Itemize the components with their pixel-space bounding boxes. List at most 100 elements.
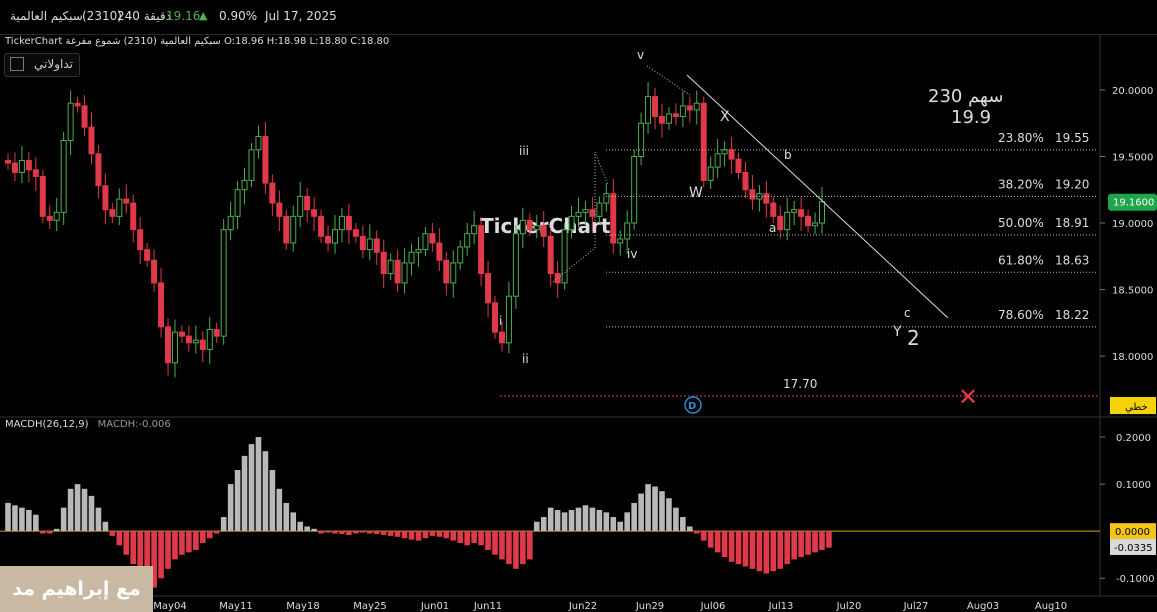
candle-body (652, 96, 659, 118)
candle-body (25, 159, 32, 171)
macd-bar (506, 531, 512, 565)
candle-body (248, 149, 255, 181)
candle-body (144, 249, 151, 261)
candle-body (610, 193, 617, 244)
macd-bar (186, 531, 192, 553)
y-tick-label: 18.5000 (1112, 286, 1153, 297)
macd-bar (687, 526, 693, 532)
candle-body (686, 105, 693, 111)
x-tick-label: May11 (219, 601, 252, 612)
macd-bar (492, 531, 498, 555)
macd-bar (624, 512, 630, 532)
macd-bar (693, 531, 700, 534)
macd-bar (812, 531, 818, 553)
support-tag: خطي (1125, 402, 1148, 413)
candle-body (665, 113, 672, 124)
macd-bar (547, 507, 554, 532)
candle-body (325, 235, 332, 244)
candle-body (492, 302, 499, 333)
x-tick-label: May25 (353, 601, 386, 612)
macd-bar (109, 531, 116, 536)
candle-body (672, 113, 679, 118)
macd-bar (749, 531, 756, 569)
candle-body (436, 242, 443, 261)
macd-bar (12, 505, 18, 532)
macd-bar (443, 531, 450, 539)
wave-guide (646, 65, 691, 96)
x-tick-label: Jun22 (568, 601, 597, 612)
candle-body (450, 262, 457, 284)
macd-bar (39, 531, 46, 534)
support-value: 17.70 (783, 377, 817, 391)
candle-body (11, 162, 18, 173)
candle-body (791, 209, 798, 213)
fib-pct: 23.80% (998, 131, 1044, 145)
macd-bar (283, 502, 290, 532)
y-tick-label: 19.5000 (1112, 152, 1153, 163)
candle-body (81, 105, 88, 128)
candle-body (318, 215, 325, 237)
candle-body (220, 229, 227, 337)
macd-bar (603, 512, 610, 532)
macd-bar (429, 531, 436, 536)
macd-bar (60, 507, 67, 532)
candle-body (526, 219, 533, 231)
macd-bar (533, 521, 540, 532)
candle-body (5, 159, 11, 164)
macd-tick-label: 0.2000 (1116, 433, 1151, 444)
x-tick-label: Jun11 (473, 601, 502, 612)
candle-body (53, 211, 60, 221)
macd-bar (645, 484, 651, 532)
macd-bar (67, 488, 74, 532)
wave-label: a (769, 221, 776, 235)
macd-bar (255, 437, 262, 532)
candle-body (819, 201, 825, 224)
candle-body (707, 166, 714, 181)
candle-body (234, 189, 241, 217)
chart-legend: TickerChart سبكيم العالمية (2310) شموع م… (5, 36, 389, 47)
macd-bar (721, 531, 728, 558)
candle-body (603, 193, 610, 204)
macd-bar (5, 502, 11, 532)
chart-canvas[interactable]: TickerChart20.000019.500019.000018.50001… (0, 0, 1157, 612)
candle-body (151, 259, 158, 284)
candle-body (784, 211, 791, 231)
macd-bar (311, 528, 317, 532)
macd-bar (589, 507, 596, 532)
macd-legend: MACDH(26,12,9) MACDH:-0.006 (5, 419, 171, 430)
macd-bar (464, 531, 470, 546)
candle-body (575, 211, 582, 217)
candle-body (596, 202, 603, 217)
macd-bar (332, 531, 338, 534)
candle-body (547, 235, 554, 275)
macd-bar (26, 510, 32, 532)
candle-body (297, 195, 304, 217)
macd-bar (387, 531, 394, 536)
candle-body (311, 209, 318, 217)
candle-body (728, 149, 735, 160)
candle-body (485, 273, 492, 304)
wave-label: 2 (907, 326, 920, 350)
macd-bar (346, 531, 352, 535)
macd-bar (582, 505, 589, 532)
candle-body (283, 215, 290, 244)
tadawul-button[interactable]: تداولاتي (4, 53, 80, 77)
candle-body (589, 209, 596, 217)
candle-body (137, 229, 144, 251)
wave-label: iv (627, 247, 637, 261)
candle-body (443, 259, 450, 284)
macd-bar (819, 531, 825, 550)
candle-body (798, 209, 805, 217)
candle-body (206, 328, 213, 350)
macd-bar (373, 531, 380, 534)
legend-ohlc: O:18.96 H:18.98 L:18.80 C:18.80 (223, 36, 390, 47)
macd-bar (596, 510, 603, 532)
candle-body (255, 136, 262, 151)
macd-bar (130, 531, 137, 565)
y-tick-label: 20.0000 (1112, 86, 1153, 97)
macd-bar (666, 498, 672, 532)
fib-pct: 50.00% (998, 216, 1044, 230)
candle-body (519, 219, 526, 235)
price-badge: 19.1600 (1113, 198, 1154, 209)
macd-bar (241, 455, 248, 532)
